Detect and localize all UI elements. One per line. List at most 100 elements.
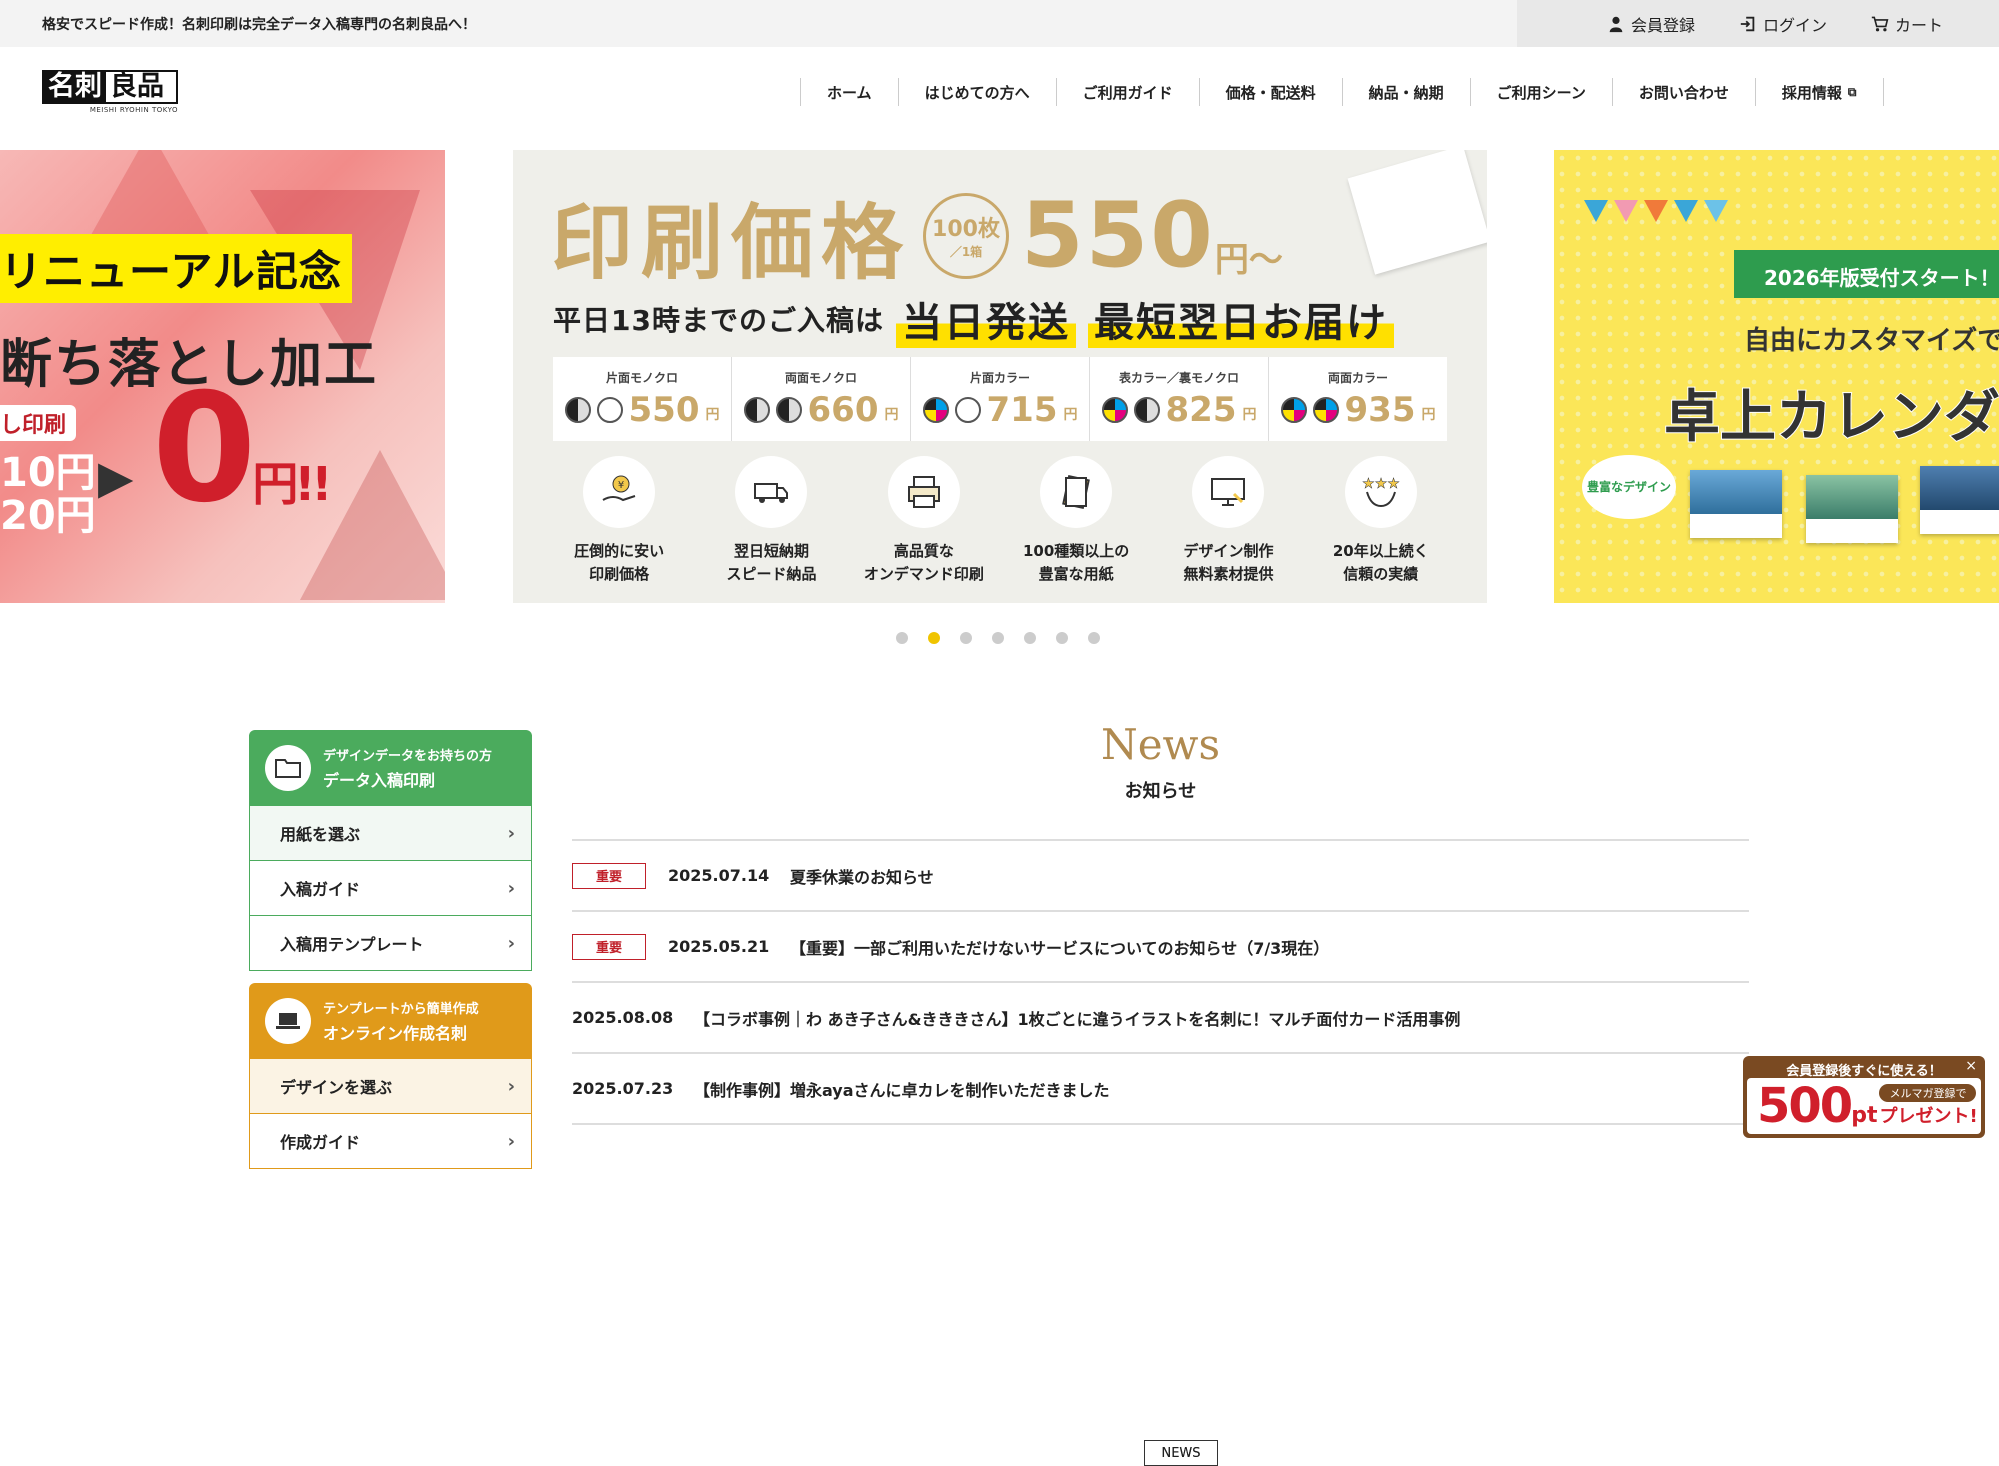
feature-line-2: 無料素材提供 [1183,564,1274,583]
nav-beginners[interactable]: はじめての方へ [897,78,1056,106]
feature-line-2: 豊富な用紙 [1038,564,1114,583]
cart-label: カート [1894,15,1943,35]
sidebar-item-creation-guide[interactable]: 作成ガイド › [249,1114,532,1169]
slider-pagination [896,632,1100,644]
sidebar-item-label: 用紙を選ぶ [280,825,361,844]
external-link-icon: ⧉ [1847,84,1857,99]
slider-dot[interactable] [896,632,908,644]
price-value: 825 [1165,389,1237,430]
sidebar-item-submission-guide[interactable]: 入稿ガイド › [249,861,532,916]
slide-calendar-banner[interactable]: 2026年版受付スタート！ 自由にカスタマイズでき 卓上カレンダー制 豊富なデザ… [1554,150,1999,603]
slider-dot[interactable] [960,632,972,644]
news-item[interactable]: 重要 2025.05.21 【重要】一部ご利用いただけないサービスについてのお知… [572,912,1749,983]
feature-line-1: 100種類以上の [1022,542,1130,560]
price-table: 片面モノクロ 550 円 両面モノクロ 660 円 片面カラー 715 円 表カラー／… [553,357,1447,441]
register-link[interactable]: 会員登録 [1607,12,1695,36]
price-value: 715 [986,389,1058,430]
slide-renewal-banner[interactable]: リニューアル記念 断ち落とし​加工 し印刷 10円 20円 ▶ 0円!! [0,150,445,603]
feature-line-1: デザイン制作 [1183,542,1274,560]
shipping-message: 平日13時までのご入稿は 当日発送 最短翌日お届け [553,290,1394,348]
laptop-icon [276,1013,300,1029]
nav-guide[interactable]: ご利用ガイド [1055,78,1199,106]
blank-side-icon [954,396,981,423]
price-label: 片面カラー [969,370,1030,385]
promo-body: 500 pt メルマガ登録で プレゼント! [1747,1078,1981,1134]
print-tag: し印刷 [0,405,77,441]
chevron-right-icon: › [507,1130,515,1152]
points-promo-banner[interactable]: 会員登録後すぐに使える！ × 500 pt メルマガ登録で プレゼント! [1743,1056,1985,1138]
feature-line-1: 圧倒的に安い [574,542,665,560]
zero-price-value: 0 [152,362,256,536]
slider-dot[interactable] [1056,632,1068,644]
arrow-right-icon: ▶ [98,450,134,504]
price-label: 両面カラー [1327,370,1388,385]
feature-item: ★★★ 20年以上続く 信頼の実績 [1305,456,1457,585]
mono-ink-icon [564,396,591,423]
cmyk-ink-icon [922,396,949,423]
hero-slider[interactable]: リニューアル記念 断ち落とし​加工 し印刷 10円 20円 ▶ 0円!! 印刷価… [0,150,1999,603]
feature-list: ¥ 圧倒的に安い 印刷価格 翌日短納期 スピード納品 高品質な オンデマンド印刷 10… [543,456,1457,585]
nav-delivery[interactable]: 納品・納期 [1341,78,1470,106]
zero-price-unit: 円!! [252,457,332,511]
data-print-header[interactable]: デザインデータをお持ちの方 データ入稿印刷 [249,730,532,806]
online-create-header[interactable]: テンプレートから簡単作成 オンライン作成名刺 [249,983,532,1059]
news-text: 【重要】一部ご利用いただけないサービスについてのお知らせ（7/3現在） [790,938,1330,958]
renewal-ribbon: リニューアル記念 [0,234,352,303]
sidebar-item-label: 入稿ガイド [280,880,361,899]
price-value: 550 [628,389,700,430]
svg-text:¥: ¥ [618,480,624,491]
sidebar-item-select-paper[interactable]: 用紙を選ぶ › [249,806,532,861]
folder-icon [275,759,301,778]
nav-pricing[interactable]: 価格・配送料 [1198,78,1342,106]
design-monitor-icon [1211,478,1246,506]
calendar-sample [1920,466,1999,534]
promo-newsletter-badge: メルマガ登録で [1879,1084,1977,1102]
promo-points-unit: pt [1851,1103,1878,1128]
site-logo[interactable]: 名刺 良品 MEISHI RYOHIN TOKYO [42,70,178,116]
news-item[interactable]: NEWS 2025.08.08 【コラボ事例｜わ あき子さん&きききさん】1枚ご… [572,983,1749,1466]
starting-price-suffix: 円〜 [1214,240,1283,280]
news-text: 【制作事例】増永ayaさんに卓カレを制作いただきました [694,1080,1110,1100]
price-label: 表カラー／裏モノクロ [1118,370,1239,385]
price-cell: 両面カラー 935 円 [1269,357,1447,441]
news-item[interactable]: NEWS 2025.07.23 【制作事例】増永ayaさんに卓カレを制作いただき… [572,1054,1749,1466]
slider-dot-active[interactable] [928,632,940,644]
nav-scenes[interactable]: ご利用シーン [1469,78,1612,106]
price-cell: 片面モノクロ 550 円 [553,357,732,441]
logo-part-1: 名刺 [44,72,106,102]
slider-dot[interactable] [992,632,1004,644]
logo-mark: 名刺 良品 [42,70,178,104]
calendar-ribbon: 2026年版受付スタート！ [1734,250,1999,298]
news-text: 夏季休業のお知らせ [790,867,934,887]
news-item[interactable]: 重要 2025.07.14 夏季休業のお知らせ [572,841,1749,912]
slider-dot[interactable] [1024,632,1036,644]
nav-contact[interactable]: お問い合わせ [1611,78,1755,106]
price-unit: 円 [705,406,720,423]
chevron-right-icon: › [507,877,515,899]
sidebar-item-templates[interactable]: 入稿用テンプレート › [249,916,532,971]
nav-recruit[interactable]: 採用情報 ⧉ [1754,78,1884,106]
svg-text:★★★: ★★★ [1362,476,1400,492]
printer-icon [907,476,940,508]
feature-item: 翌日短納期 スピード納品 [695,456,847,585]
cart-link[interactable]: カート [1871,12,1943,36]
starting-price: 550 [1021,183,1215,288]
news-date: 2025.05.21 [668,937,770,956]
promo-gift-text: プレゼント! [1879,1106,1978,1127]
pricing-title-text: 印刷価格 [551,196,912,291]
sidebar-item-label: 入稿用テンプレート [280,935,424,954]
feature-item: 100種類以上の 豊富な用紙 [1000,456,1152,585]
close-icon[interactable]: × [1965,1058,1977,1074]
nav-home[interactable]: ホーム [800,78,898,106]
chevron-right-icon: › [507,1075,515,1097]
login-link[interactable]: ログイン [1739,12,1827,36]
same-day-shipping: 当日発送 [895,290,1076,348]
feature-line-2: スピード納品 [726,564,817,583]
slider-dot[interactable] [1088,632,1100,644]
promo-heading: 会員登録後すぐに使える！ [1786,1064,1942,1079]
sidebar: デザインデータをお持ちの方 データ入稿印刷 用紙を選ぶ › 入稿ガイド › 入稿用テン… [249,730,532,1169]
sidebar-item-choose-design[interactable]: デザインを選ぶ › [249,1059,532,1114]
slide-pricing-banner[interactable]: 印刷価格 100枚 ／1箱 550 円〜 平日13時までのご入稿は 当日発送 最… [513,150,1487,603]
price-value: 935 [1344,389,1416,430]
price-unit: 円 [1242,406,1257,423]
